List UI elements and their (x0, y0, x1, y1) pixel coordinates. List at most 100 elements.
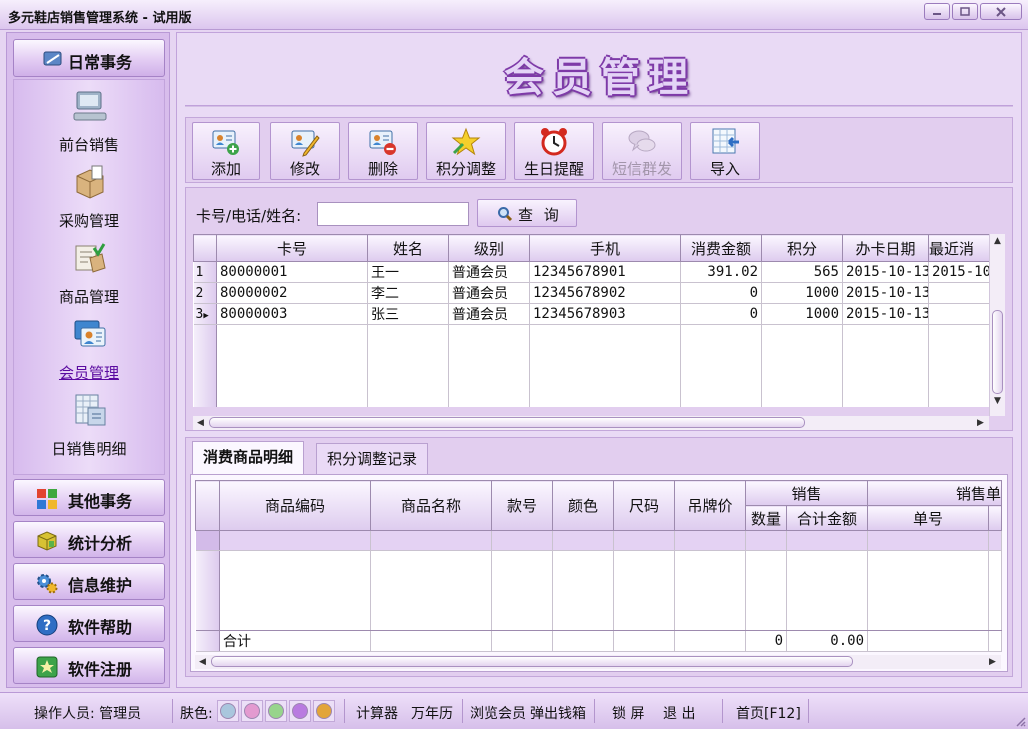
column-header[interactable]: 单号 (867, 505, 990, 531)
birthday-reminder-button[interactable]: 生日提醒 (514, 122, 594, 180)
statistics-button[interactable]: 统计分析 (13, 521, 165, 558)
members-vertical-scrollbar[interactable]: ▲ ▼ (989, 234, 1005, 416)
scroll-right-icon[interactable]: ▶ (977, 418, 984, 428)
search-label: 卡号/电话/姓名: (196, 207, 302, 225)
tab-consumption-details[interactable]: 消费商品明细 (192, 441, 305, 474)
amount-cell[interactable]: 0 (680, 303, 762, 325)
table-row[interactable]: 3▶ 80000003 张三 普通会员 12345678903 0 1000 2… (193, 303, 990, 325)
phone-cell[interactable]: 12345678901 (529, 261, 681, 283)
register-button[interactable]: 软件注册 (13, 647, 165, 684)
column-header[interactable]: 级别 (448, 234, 530, 262)
level-cell[interactable]: 普通会员 (448, 303, 530, 325)
last-consume-cell[interactable]: 2015-10 (928, 261, 990, 283)
scroll-thumb[interactable] (992, 310, 1003, 394)
name-cell[interactable]: 李二 (367, 282, 449, 304)
column-header[interactable]: 颜色 (552, 480, 614, 531)
add-button[interactable]: 添加 (192, 122, 260, 180)
phone-cell[interactable]: 12345678902 (529, 282, 681, 304)
delete-button[interactable]: 删除 (348, 122, 418, 180)
sidebar-item-members[interactable]: 会员管理 (14, 316, 164, 390)
close-button[interactable] (980, 3, 1022, 20)
column-header[interactable]: 手机 (529, 234, 681, 262)
amount-cell[interactable]: 0 (680, 282, 762, 304)
phone-cell[interactable]: 12345678903 (529, 303, 681, 325)
column-header[interactable]: 积分 (761, 234, 843, 262)
column-header[interactable]: 商品编码 (219, 480, 371, 531)
table-row[interactable]: 1 80000001 王一 普通会员 12345678901 391.02 56… (193, 261, 990, 283)
details-horizontal-scrollbar[interactable]: ◀ ▶ (195, 655, 1001, 669)
column-header[interactable]: 合计金额 (785, 505, 869, 531)
card-date-cell[interactable]: 2015-10-13 (842, 282, 929, 304)
home-link[interactable]: 首页[F12] (736, 703, 801, 723)
scroll-left-icon[interactable]: ◀ (199, 657, 206, 667)
name-cell[interactable]: 张三 (367, 303, 449, 325)
name-cell[interactable]: 王一 (367, 261, 449, 283)
search-input[interactable] (317, 202, 469, 226)
column-header[interactable]: 消费金额 (680, 234, 762, 262)
scroll-thumb[interactable] (209, 417, 805, 428)
table-row[interactable] (195, 530, 1003, 551)
column-header[interactable]: 姓名 (367, 234, 449, 262)
calculator-link[interactable]: 计算器 (356, 703, 398, 723)
column-header[interactable]: 办卡日期 (842, 234, 929, 262)
help-button[interactable]: ? 软件帮助 (13, 605, 165, 642)
last-consume-cell[interactable] (928, 282, 990, 304)
scroll-left-icon[interactable]: ◀ (197, 418, 204, 428)
sms-broadcast-button[interactable]: 短信群发 (602, 122, 682, 180)
edit-button[interactable]: 修改 (270, 122, 340, 180)
card-date-cell[interactable]: 2015-10-13 (842, 303, 929, 325)
points-cell[interactable]: 1000 (761, 303, 843, 325)
card-date-cell[interactable]: 2015-10-13 (842, 261, 929, 283)
points-adjust-button[interactable]: 积分调整 (426, 122, 506, 180)
cash-drawer-link[interactable]: 弹出钱箱 (530, 703, 586, 723)
scroll-down-icon[interactable]: ▼ (994, 396, 1001, 406)
column-header[interactable]: 款号 (491, 480, 553, 531)
gears-icon (37, 574, 58, 594)
skin-option[interactable] (289, 700, 311, 722)
column-header[interactable]: 吊牌价 (674, 480, 746, 531)
level-cell[interactable]: 普通会员 (448, 282, 530, 304)
scroll-thumb[interactable] (211, 656, 853, 667)
browse-member-link[interactable]: 浏览会员 (470, 703, 526, 723)
column-header[interactable]: 最近消 (928, 234, 990, 262)
card-number-cell[interactable]: 80000003 (216, 303, 368, 325)
column-header[interactable]: 卡号 (216, 234, 368, 262)
sidebar-item-front-sales[interactable]: 前台销售 (14, 88, 164, 162)
delete-label: 删除 (367, 160, 398, 178)
amount-cell[interactable]: 391.02 (680, 261, 762, 283)
members-horizontal-scrollbar[interactable]: ◀ ▶ (193, 416, 989, 430)
products-icon (75, 243, 106, 273)
scroll-up-icon[interactable]: ▲ (994, 236, 1001, 246)
table-row[interactable]: 2 80000002 李二 普通会员 12345678902 0 1000 20… (193, 282, 990, 304)
other-tasks-button[interactable]: 其他事务 (13, 479, 165, 516)
tab-points-records[interactable]: 积分调整记录 (316, 443, 429, 474)
info-maintenance-button[interactable]: 信息维护 (13, 563, 165, 600)
sidebar-item-purchase[interactable]: 采购管理 (14, 164, 164, 238)
search-button[interactable]: 查 询 (477, 199, 577, 227)
level-cell[interactable]: 普通会员 (448, 261, 530, 283)
column-header[interactable]: 尺码 (613, 480, 675, 531)
skin-option[interactable] (313, 700, 335, 722)
divider (808, 699, 809, 723)
card-number-cell[interactable]: 80000002 (216, 282, 368, 304)
card-number-cell[interactable]: 80000001 (216, 261, 368, 283)
lock-screen-link[interactable]: 锁 屏 (612, 703, 644, 723)
exit-link[interactable]: 退 出 (663, 703, 695, 723)
minimize-button[interactable] (924, 3, 950, 20)
column-header[interactable]: 商品名称 (370, 480, 492, 531)
scroll-right-icon[interactable]: ▶ (989, 657, 996, 667)
points-cell[interactable]: 1000 (761, 282, 843, 304)
skin-option[interactable] (217, 700, 239, 722)
column-header[interactable]: 数量 (745, 505, 787, 531)
calendar-link[interactable]: 万年历 (411, 703, 453, 723)
sidebar-item-products[interactable]: 商品管理 (14, 240, 164, 314)
points-cell[interactable]: 565 (761, 261, 843, 283)
maximize-button[interactable] (952, 3, 978, 20)
daily-tasks-header[interactable]: 日常事务 (13, 39, 165, 77)
resize-grip-icon[interactable] (1014, 715, 1026, 727)
import-button[interactable]: 导入 (690, 122, 760, 180)
sidebar-item-daily-sales[interactable]: 日销售明细 (14, 392, 164, 466)
last-consume-cell[interactable] (928, 303, 990, 325)
skin-option[interactable] (241, 700, 263, 722)
skin-option[interactable] (265, 700, 287, 722)
